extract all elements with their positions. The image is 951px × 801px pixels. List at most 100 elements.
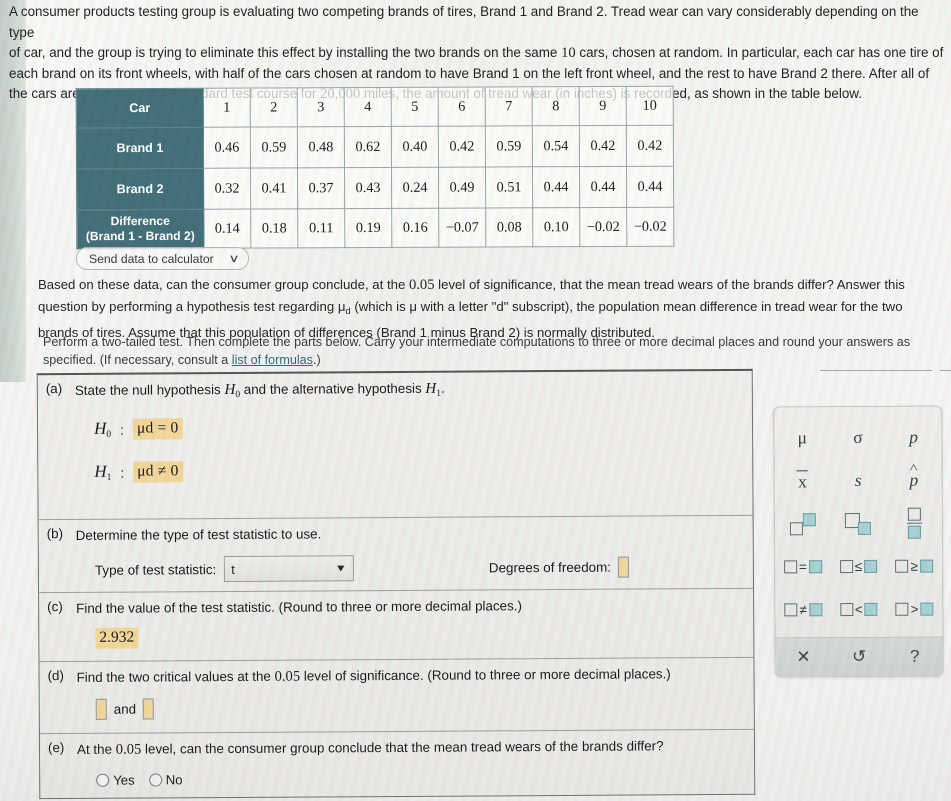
radio-yes-icon[interactable] bbox=[96, 773, 110, 787]
degrees-of-freedom-input[interactable] bbox=[617, 556, 630, 578]
superscript-icon bbox=[789, 512, 816, 535]
less-equal-icon: ≤ bbox=[839, 557, 878, 575]
brand1-car10: 0.42 bbox=[626, 125, 674, 167]
intro-line-3: each brand on its front wheels, with hal… bbox=[9, 65, 930, 81]
keypad-key-p-hat[interactable]: p bbox=[886, 459, 942, 502]
table-header-car: Car bbox=[76, 88, 204, 128]
radio-no-icon[interactable] bbox=[148, 773, 162, 787]
critical-values-and-label: and bbox=[113, 701, 137, 717]
keypad-undo-button[interactable]: ↺ bbox=[831, 638, 887, 676]
difference-car4: 0.19 bbox=[344, 208, 392, 248]
keypad-clear-button[interactable]: ✕ bbox=[776, 638, 832, 676]
brand2-car5: 0.24 bbox=[391, 167, 439, 209]
table-row: Brand 1 0.46 0.59 0.48 0.62 0.40 0.42 0.… bbox=[76, 125, 674, 169]
car-number-6: 6 bbox=[438, 87, 486, 127]
radio-option-no[interactable]: No bbox=[148, 772, 183, 787]
keypad-key-fraction[interactable] bbox=[886, 502, 942, 545]
difference-car9: −0.02 bbox=[579, 207, 627, 247]
keypad-key-x-bar[interactable]: x bbox=[775, 459, 831, 502]
brand1-car4: 0.62 bbox=[344, 126, 392, 168]
keypad-key-superscript[interactable] bbox=[775, 502, 831, 545]
keypad-key-equals[interactable]: = bbox=[775, 545, 831, 588]
keypad-action-bar: ✕ ↺ ? bbox=[775, 636, 943, 677]
difference-car8: 0.10 bbox=[532, 207, 580, 247]
critical-value-1-input[interactable] bbox=[95, 698, 107, 720]
table-row: Difference (Brand 1 - Brand 2) 0.14 0.18… bbox=[76, 207, 674, 249]
intro-cars-count: 10 bbox=[561, 45, 576, 62]
answer-card: (a) State the null hypothesis H0 and the… bbox=[36, 368, 756, 800]
list-of-formulas-link[interactable]: list of formulas bbox=[232, 353, 313, 367]
chevron-down-icon: ∨ bbox=[228, 253, 240, 265]
brand2-car4: 0.43 bbox=[344, 167, 392, 209]
section-e: (e) At the 0.05 level, can the consumer … bbox=[40, 730, 754, 800]
car-number-8: 8 bbox=[532, 86, 580, 126]
alternative-hypothesis-symbol: H1 bbox=[94, 461, 112, 483]
keypad-key-subscript[interactable] bbox=[830, 502, 886, 545]
critical-value-2-input[interactable] bbox=[143, 698, 155, 720]
keypad-key-p[interactable]: p bbox=[886, 416, 942, 459]
section-c-title: Find the value of the test statistic. (R… bbox=[76, 598, 523, 616]
mu-icon: μ bbox=[797, 427, 808, 448]
keypad-key-mu[interactable]: μ bbox=[774, 416, 830, 459]
h0-symbol: H bbox=[224, 381, 236, 399]
degrees-of-freedom-group: Degrees of freedom: bbox=[489, 556, 630, 578]
test-statistic-value-input[interactable]: 2.932 bbox=[95, 627, 139, 649]
greater-equal-icon: ≥ bbox=[895, 557, 934, 575]
keypad-key-sigma[interactable]: σ bbox=[830, 416, 886, 459]
keypad-key-greater-than[interactable]: > bbox=[887, 588, 943, 631]
instructions-paragraph-1: Based on these data, can the consumer gr… bbox=[38, 274, 918, 343]
alternative-hypothesis-row: H1 : μd ≠ 0 bbox=[94, 458, 752, 483]
alternative-hypothesis-colon: : bbox=[120, 464, 125, 481]
decorative-seam-line bbox=[820, 370, 932, 371]
section-d-title-a: Find the two critical values at the bbox=[76, 668, 275, 685]
equals-icon: = bbox=[783, 558, 822, 576]
null-hypothesis-symbol: H0 bbox=[93, 418, 112, 440]
keypad-key-greater-equal[interactable]: ≥ bbox=[886, 545, 942, 588]
brand1-car3: 0.48 bbox=[297, 126, 345, 168]
keypad-symbol-grid: μ σ p x s p bbox=[774, 407, 942, 638]
section-a-letter: (a) bbox=[45, 381, 63, 397]
instructions-p2-a: Perform a two-tailed test. Then complete… bbox=[43, 335, 911, 367]
intro-line-2b: cars, chosen at random. In particular, e… bbox=[575, 45, 944, 61]
brand2-car8: 0.44 bbox=[532, 166, 580, 208]
difference-car5: 0.16 bbox=[391, 208, 439, 248]
type-of-test-statistic-label: Type of test statistic: bbox=[94, 561, 217, 578]
radio-option-yes[interactable]: Yes bbox=[96, 773, 135, 788]
section-c-letter: (c) bbox=[47, 599, 63, 615]
subscript-icon bbox=[845, 512, 872, 535]
keypad-key-less-than[interactable]: < bbox=[831, 588, 887, 631]
test-statistic-value: t bbox=[231, 561, 235, 577]
test-statistic-select[interactable]: t ▼ bbox=[224, 555, 355, 583]
brand2-car9: 0.44 bbox=[579, 166, 627, 208]
keypad-help-button[interactable]: ? bbox=[887, 638, 943, 676]
keypad-key-not-equal[interactable]: ≠ bbox=[775, 588, 831, 631]
row-label-brand-2: Brand 2 bbox=[76, 168, 204, 210]
car-number-10: 10 bbox=[626, 86, 674, 126]
alternative-hypothesis-input[interactable]: μd ≠ 0 bbox=[133, 461, 184, 483]
section-b-letter: (b) bbox=[46, 526, 64, 542]
difference-car2: 0.18 bbox=[250, 208, 298, 249]
brand1-car7: 0.59 bbox=[485, 125, 533, 168]
section-b-controls: Type of test statistic: t ▼ Degrees of f… bbox=[39, 552, 753, 584]
keypad-key-less-equal[interactable]: ≤ bbox=[831, 545, 887, 588]
car-number-2: 2 bbox=[250, 87, 298, 128]
difference-label-line2: (Brand 1 - Brand 2) bbox=[85, 228, 195, 244]
car-number-5: 5 bbox=[391, 87, 439, 127]
difference-car7: 0.08 bbox=[485, 207, 533, 248]
section-a-title-a: State the null hypothesis bbox=[74, 382, 225, 398]
car-number-9: 9 bbox=[579, 86, 627, 126]
difference-label-line1: Difference bbox=[110, 213, 170, 229]
conclusion-radio-group: Yes No bbox=[96, 769, 754, 788]
brand1-car8: 0.54 bbox=[532, 125, 580, 167]
section-d-title-b: level of significance. (Round to three o… bbox=[300, 666, 671, 684]
section-a-title-c: . bbox=[440, 380, 445, 396]
send-data-to-calculator-button[interactable]: Send data to calculator ∨ bbox=[76, 247, 249, 270]
brand2-car1: 0.32 bbox=[203, 168, 251, 210]
intro-line-2: of car, and the group is trying to elimi… bbox=[9, 43, 945, 64]
row-label-difference: Difference (Brand 1 - Brand 2) bbox=[76, 209, 204, 249]
help-icon: ? bbox=[909, 646, 920, 666]
null-hypothesis-input[interactable]: μd = 0 bbox=[132, 418, 184, 440]
section-e-alpha: 0.05 bbox=[115, 741, 142, 758]
p-icon: p bbox=[909, 426, 919, 447]
keypad-key-s[interactable]: s bbox=[830, 459, 886, 502]
